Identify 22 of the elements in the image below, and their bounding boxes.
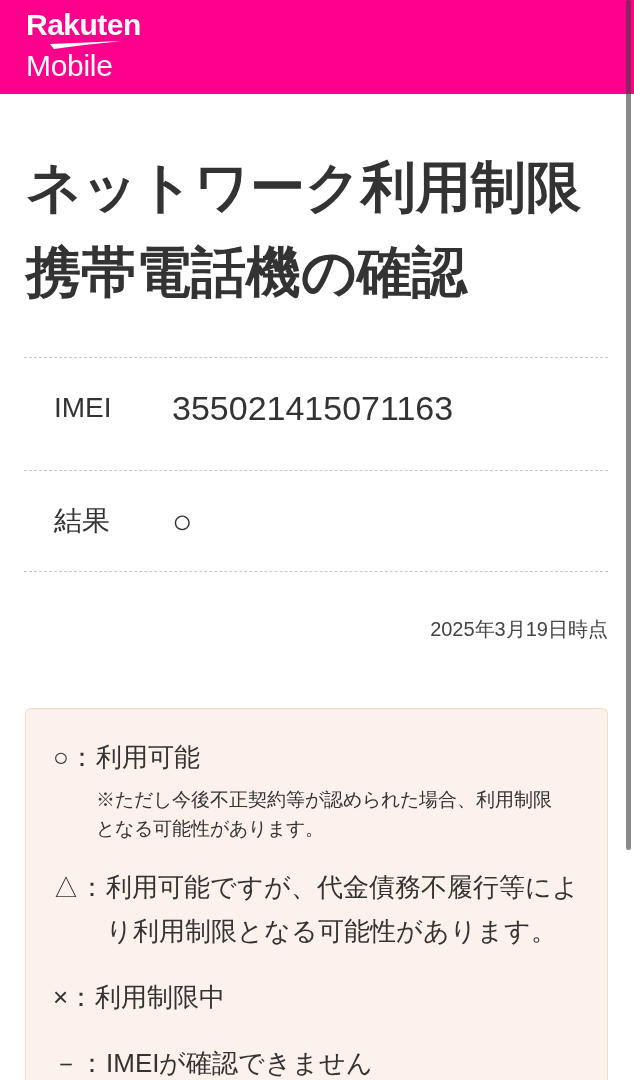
- legend-symbol: －: [53, 1047, 79, 1080]
- logo-text: Rakuten: [26, 10, 141, 40]
- page-title: ネットワーク利用制限携帯電話機の確認: [26, 155, 582, 305]
- field-value: ○: [172, 501, 193, 541]
- timestamp-text: 2025年3月19日時点: [429, 617, 608, 642]
- field-value: 355021415071163: [172, 388, 454, 428]
- legend-text: 利用可能ですが、代金債務不履行等により利用制限となる可能性があります。: [106, 871, 580, 948]
- scrollbar-thumb[interactable]: [626, 0, 631, 850]
- legend-text: IMEIが確認できません: [106, 1047, 375, 1080]
- colon-text: ：: [79, 871, 105, 904]
- legend-text: 利用可能: [95, 741, 201, 774]
- legend-note: ※ただし今後不正契約等が認められた場合、利用制限となる可能性があります。: [95, 788, 553, 841]
- legend-symbol: ×: [53, 981, 69, 1014]
- field-label: IMEI: [54, 391, 113, 425]
- field-label: 結果: [54, 504, 111, 538]
- colon-text: ：: [68, 741, 95, 774]
- legend-text: 利用制限中: [95, 981, 227, 1014]
- logo-text: Mobile: [26, 49, 113, 83]
- colon-text: ：: [68, 981, 95, 1014]
- legend-symbol: △: [53, 871, 79, 904]
- legend-symbol: ○: [53, 741, 69, 774]
- colon-text: ：: [79, 1047, 105, 1080]
